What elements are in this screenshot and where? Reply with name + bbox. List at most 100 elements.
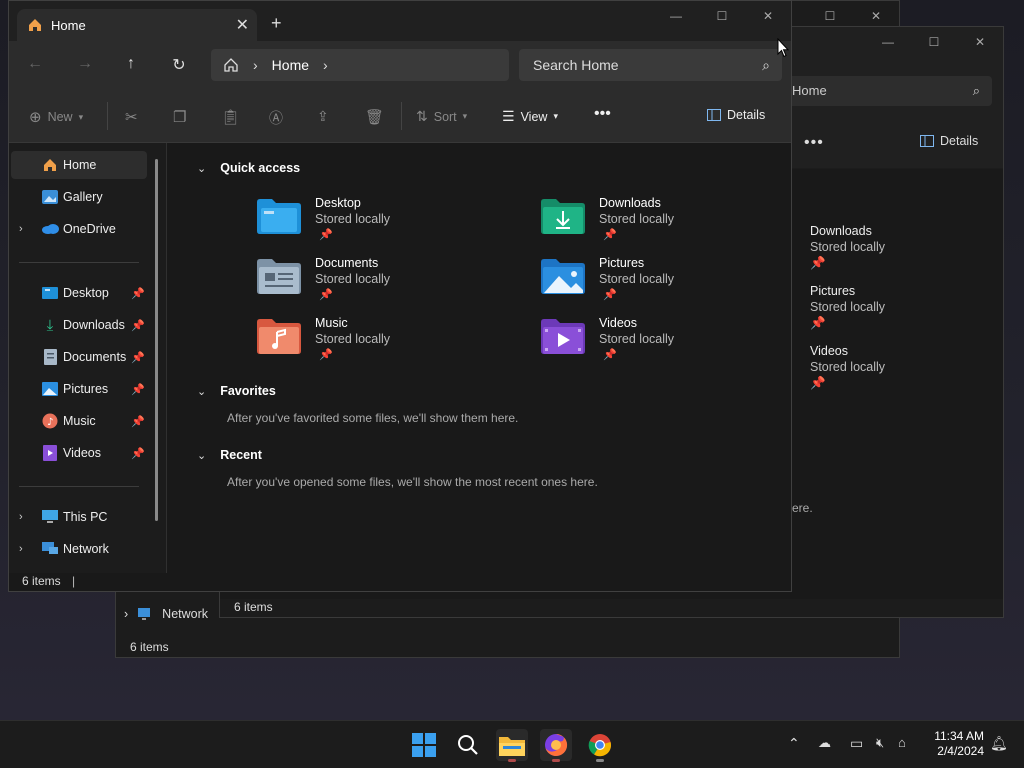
view-button[interactable]: ☰ View ▾ bbox=[502, 108, 558, 125]
item-name: Downloads bbox=[599, 196, 661, 210]
breadcrumb-home[interactable]: Home bbox=[272, 57, 309, 73]
clock-time: 11:34 AM bbox=[934, 729, 984, 743]
chevron-right-icon[interactable]: › bbox=[19, 223, 23, 235]
sidebar-item-downloads[interactable]: ⤓ Downloads 📌 bbox=[11, 311, 147, 339]
quick-access-videos[interactable]: Videos Stored locally 📌 bbox=[541, 316, 791, 372]
chevron-right-icon[interactable]: › bbox=[19, 543, 23, 555]
up-arrow-icon[interactable]: ↑ bbox=[121, 55, 141, 73]
refresh-icon[interactable]: ↻ bbox=[169, 55, 189, 75]
sidebar-item-this-pc[interactable]: › This PC bbox=[11, 503, 147, 531]
pin-icon[interactable]: 📌 bbox=[131, 319, 145, 332]
section-title: Recent bbox=[220, 448, 262, 462]
running-indicator bbox=[596, 759, 604, 762]
sidebar-item-documents[interactable]: Documents 📌 bbox=[11, 343, 147, 371]
address-bar[interactable]: › Home › bbox=[211, 49, 509, 81]
sort-label: Sort bbox=[433, 109, 457, 124]
chevron-down-icon: ▾ bbox=[462, 111, 468, 121]
maximize-button[interactable]: ☐ bbox=[911, 27, 957, 57]
favorites-hint: After you've favorited some files, we'll… bbox=[227, 411, 519, 425]
quick-access-music[interactable]: Music Stored locally 📌 bbox=[257, 316, 517, 372]
new-button[interactable]: ⊕ New ▾ bbox=[29, 108, 83, 126]
sidebar-item-label: Music bbox=[63, 414, 96, 428]
volume-muted-icon[interactable]: 🔇︎ bbox=[876, 735, 884, 751]
details-button[interactable]: Details bbox=[920, 134, 978, 148]
share-icon[interactable]: ⇪ bbox=[317, 108, 329, 125]
sidebar-item-onedrive[interactable]: › OneDrive bbox=[11, 215, 147, 243]
details-pane-icon bbox=[920, 135, 934, 147]
clock[interactable]: 11:34 AM 2/4/2024 bbox=[924, 729, 984, 759]
close-button[interactable]: ✕ bbox=[957, 27, 1003, 57]
view-list-icon: ☰ bbox=[502, 108, 515, 124]
new-tab-button[interactable]: + bbox=[271, 13, 282, 34]
sidebar-item-pictures[interactable]: Pictures 📌 bbox=[11, 375, 147, 403]
pin-icon[interactable]: 📌 bbox=[131, 383, 145, 396]
close-tab-icon[interactable]: ✕ bbox=[236, 15, 249, 35]
maximize-button[interactable]: ☐ bbox=[699, 1, 745, 31]
sidebar-item-music[interactable]: ♪ Music 📌 bbox=[11, 407, 147, 435]
more-options-button[interactable]: ••• bbox=[804, 134, 824, 152]
breadcrumb-chevron-icon[interactable]: › bbox=[323, 57, 328, 73]
network-icon bbox=[138, 608, 151, 620]
taskbar-search-button[interactable] bbox=[452, 729, 484, 761]
forward-arrow-icon[interactable]: → bbox=[75, 55, 95, 73]
pin-icon[interactable]: 📌 bbox=[131, 447, 145, 460]
favorites-header[interactable]: ⌄ Favorites bbox=[197, 384, 276, 398]
quick-access-downloads[interactable]: Downloads Stored locally 📌 bbox=[541, 196, 791, 252]
taskbar-firefox[interactable] bbox=[540, 729, 572, 762]
show-hidden-icons-chevron-icon[interactable]: ⌃ bbox=[788, 735, 800, 752]
pin-icon[interactable]: 📌 bbox=[131, 287, 145, 300]
more-options-button[interactable]: ••• bbox=[594, 105, 611, 123]
minimize-button[interactable]: — bbox=[653, 1, 699, 31]
quick-access-item[interactable]: Videos Stored locally 📌 bbox=[810, 343, 885, 391]
network-tray-icon[interactable]: ⌂ bbox=[898, 735, 906, 750]
taskbar-file-explorer[interactable] bbox=[496, 729, 528, 762]
back-arrow-icon[interactable]: ← bbox=[25, 55, 45, 73]
sidebar-item-network[interactable]: › Network bbox=[124, 606, 208, 622]
start-button[interactable] bbox=[408, 729, 440, 761]
notification-bell-icon[interactable]: 🔔︎ bbox=[990, 735, 1008, 752]
chevron-right-icon[interactable]: › bbox=[19, 511, 23, 523]
command-bar: ⊕ New ▾ ✂ ❐ 📋︎ Ⓐ ⇪ 🗑︎ ⇅ Sort ▾ ☰ View ▾ ••• De… bbox=[9, 89, 791, 143]
sidebar-item-network[interactable]: › Network bbox=[11, 535, 147, 563]
sidebar-item-gallery[interactable]: Gallery bbox=[11, 183, 147, 211]
details-button[interactable]: Details bbox=[707, 108, 765, 122]
quick-access-item[interactable]: Pictures Stored locally 📌 bbox=[810, 283, 885, 331]
item-name: Desktop bbox=[315, 196, 361, 210]
taskbar: ⌃ ☁ ▭ 🔇︎ ⌂ 11:34 AM 2/4/2024 🔔︎ bbox=[0, 720, 1024, 768]
navigation-scrollbar[interactable] bbox=[155, 159, 158, 521]
tab-home[interactable]: Home ✕ bbox=[17, 9, 257, 41]
quick-access-item[interactable]: Downloads Stored locally 📌 bbox=[810, 223, 885, 271]
item-sub: Stored locally bbox=[315, 272, 391, 286]
quick-access-desktop[interactable]: Desktop Stored locally 📌 bbox=[257, 196, 517, 252]
pin-icon[interactable]: 📌 bbox=[131, 415, 145, 428]
search-icon: ⌕ bbox=[762, 57, 770, 73]
pin-icon[interactable]: 📌 bbox=[131, 351, 145, 364]
copy-icon[interactable]: ❐ bbox=[173, 108, 186, 126]
chrome-icon bbox=[588, 734, 612, 757]
sort-button[interactable]: ⇅ Sort ▾ bbox=[416, 108, 467, 125]
onedrive-tray-icon[interactable]: ☁ bbox=[818, 735, 831, 751]
sidebar-item-desktop[interactable]: Desktop 📌 bbox=[11, 279, 147, 307]
item-sub: Stored locally bbox=[599, 212, 675, 226]
search-input[interactable]: Home ⌕ bbox=[782, 76, 992, 106]
quick-access-header[interactable]: ⌄ Quick access bbox=[197, 161, 300, 175]
paste-icon[interactable]: 📋︎ bbox=[221, 108, 240, 126]
sidebar-item-videos[interactable]: Videos 📌 bbox=[11, 439, 147, 467]
explorer-window[interactable]: Home ✕ + — ☐ ✕ ← → ↑ ↻ › Home › Search H… bbox=[8, 0, 792, 592]
chevron-down-icon: ▾ bbox=[78, 111, 84, 122]
quick-access-documents[interactable]: Documents Stored locally 📌 bbox=[257, 256, 517, 312]
svg-text:♪: ♪ bbox=[47, 417, 53, 428]
rename-icon[interactable]: Ⓐ bbox=[269, 108, 283, 128]
minimize-button[interactable]: — bbox=[865, 27, 911, 57]
sidebar-item-label: Pictures bbox=[63, 382, 109, 396]
cut-icon[interactable]: ✂ bbox=[125, 108, 138, 126]
taskbar-chrome[interactable] bbox=[584, 729, 616, 762]
search-input[interactable]: Search Home ⌕ bbox=[519, 49, 782, 81]
display-tray-icon[interactable]: ▭ bbox=[850, 735, 863, 752]
favorites-hint: ere. bbox=[792, 501, 813, 515]
close-button[interactable]: ✕ bbox=[745, 1, 791, 31]
delete-icon[interactable]: 🗑︎ bbox=[365, 108, 384, 126]
recent-header[interactable]: ⌄ Recent bbox=[197, 448, 262, 462]
sidebar-item-home[interactable]: Home bbox=[11, 151, 147, 179]
quick-access-pictures[interactable]: Pictures Stored locally 📌 bbox=[541, 256, 791, 312]
